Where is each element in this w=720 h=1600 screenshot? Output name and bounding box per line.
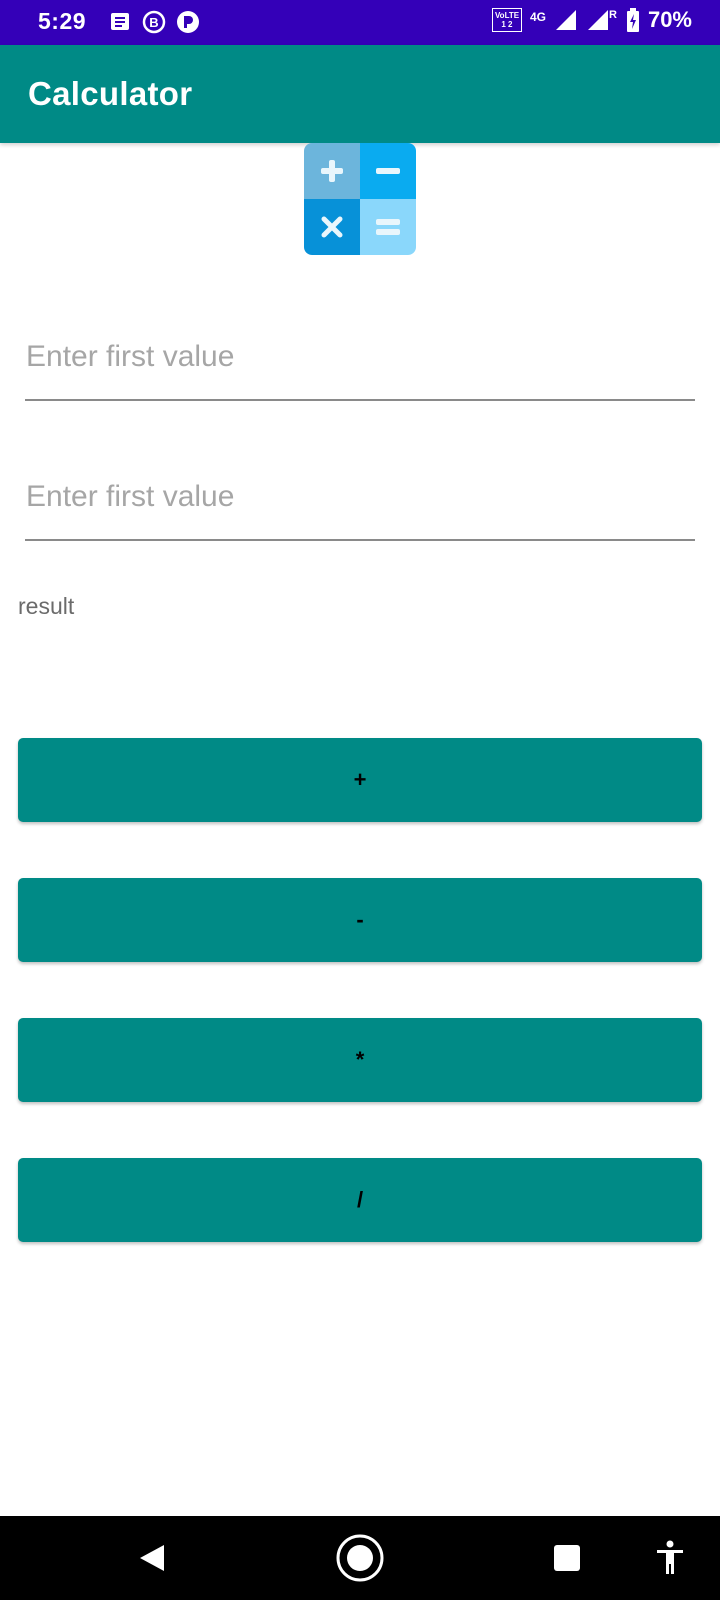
signal-icon	[555, 10, 576, 30]
first-value-underline	[25, 399, 695, 401]
status-time: 5:29	[38, 8, 87, 34]
roaming-label: R	[609, 9, 617, 21]
notification-icons: B	[108, 10, 200, 34]
p-circle-icon	[177, 11, 199, 33]
recents-icon[interactable]	[545, 1536, 589, 1580]
second-value-underline	[25, 539, 695, 541]
accessibility-icon[interactable]	[646, 1534, 694, 1582]
result-text: result	[18, 593, 75, 619]
status-bar: 5:29 B VoLTE 1 2 4G R 70%	[0, 0, 720, 45]
app-bar: Calculator	[0, 45, 720, 143]
calculator-logo-icon	[304, 143, 416, 255]
battery-percent: 70%	[647, 7, 692, 32]
svg-text:B: B	[149, 15, 158, 30]
volte-icon: VoLTE 1 2	[491, 8, 522, 32]
network-type: 4G	[529, 10, 546, 24]
app-title: Calculator	[28, 75, 193, 112]
subtract-button[interactable]: -	[18, 878, 702, 962]
first-value-input[interactable]	[25, 323, 695, 391]
b-circle-icon: B	[142, 10, 166, 34]
status-right-icons: VoLTE 1 2 4G R 70%	[491, 7, 692, 33]
volte-label: VoLTE	[494, 11, 520, 20]
navigation-bar	[0, 1516, 720, 1600]
second-value-input[interactable]	[25, 463, 695, 531]
back-icon[interactable]	[128, 1534, 176, 1582]
minus-icon	[360, 143, 416, 199]
plus-icon	[304, 143, 360, 199]
first-value-field	[25, 323, 695, 401]
equals-icon	[360, 199, 416, 255]
times-icon	[304, 199, 360, 255]
sim-label: 1 2	[501, 20, 513, 29]
add-button[interactable]: +	[18, 738, 702, 822]
signal-roaming-icon: R	[587, 9, 617, 30]
message-icon	[111, 13, 129, 30]
home-icon[interactable]	[334, 1532, 386, 1584]
second-value-field	[25, 463, 695, 541]
divide-button[interactable]: /	[18, 1158, 702, 1242]
multiply-button[interactable]: *	[18, 1018, 702, 1102]
battery-charging-icon	[626, 8, 639, 32]
